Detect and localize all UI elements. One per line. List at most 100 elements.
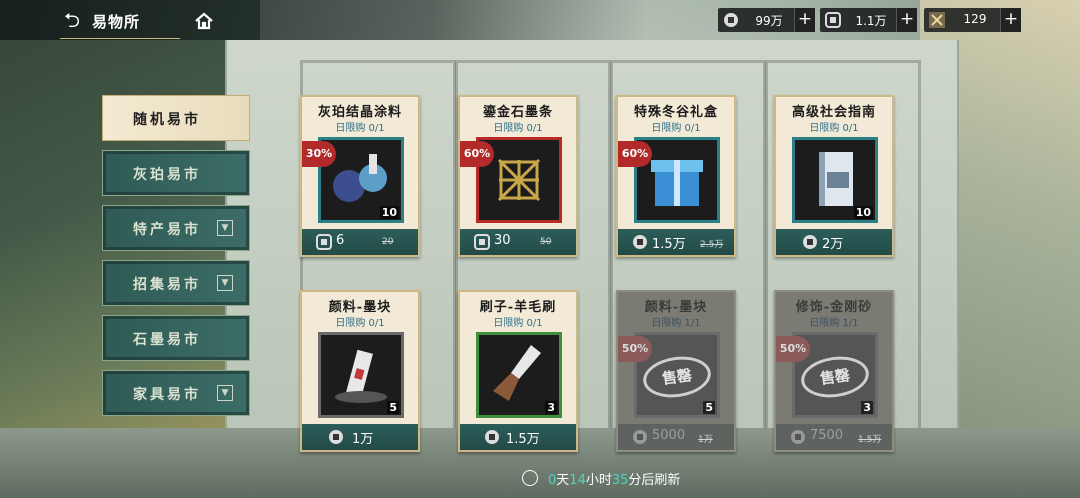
original-price: 1万 [698,435,713,445]
item-price: 7500 [810,428,844,443]
price-bar: 5000 1万 [618,424,734,450]
title-underline [60,38,180,39]
item-image-frame: 10 [792,137,878,223]
shop-item-card[interactable]: 特殊冬谷礼盒 日限购 0/1 60% 1.5万 2.5万 [616,95,736,257]
sidebar-item-specialty-market[interactable]: 特产易市 ▼ [102,205,250,251]
ticket-icon [825,12,841,28]
discount-badge: 60% [460,141,494,167]
shop-item-card[interactable]: 鎏金石墨条 日限购 0/1 60% 30 50 [458,95,578,257]
item-name: 修饰-金刚砂 [795,300,873,315]
item-image-frame: 3 [476,332,562,418]
price-bar: 1.5万 2.5万 [618,229,734,255]
refresh-days-unit: 天 [556,473,570,488]
shop-item-card[interactable]: 颜料-墨块 日限购 0/1 5 1万 [300,290,420,452]
purchase-limit: 日限购 0/1 [493,123,543,134]
item-name: 鎏金石墨条 [482,105,553,120]
sidebar-item-recruit-market[interactable]: 招集易市 ▼ [102,260,250,306]
sold-out-stamp: 售罄 [798,352,872,402]
discount-badge: 50% [776,336,810,362]
item-price: 2万 [822,237,844,252]
item-price: 1万 [352,432,374,447]
price-bar: 1万 [302,424,418,450]
price-bar: 2万 [776,229,892,255]
back-icon[interactable]: ⮌ [64,9,88,31]
item-name: 颜料-墨块 [644,300,708,315]
shop-item-card[interactable]: 灰珀结晶涂料 日限购 0/1 10 30% 6 20 [300,95,420,257]
resource-value: 129 [963,12,987,26]
price-bar: 1.5万 [460,424,576,450]
refresh-minutes: 35 [611,473,629,488]
item-name: 刷子-羊毛刷 [479,300,557,315]
sidebar-item-label: 招集易市 [133,277,201,293]
sidebar-item-amber-market[interactable]: 灰珀易市 [102,150,250,196]
sidebar-item-random-market[interactable]: 随机易市 [102,95,250,141]
silver-coin-icon [633,235,647,249]
purchase-limit: 日限购 0/1 [651,123,701,134]
purchase-limit: 日限购 0/1 [335,123,385,134]
resource-value: 99万 [755,14,783,28]
refresh-suffix: 分后刷新 [628,473,681,488]
item-price: 1.5万 [506,432,540,447]
item-name: 高级社会指南 [791,105,876,120]
token-icon [929,12,945,28]
sidebar-item-graphite-market[interactable]: 石墨易市 [102,315,250,361]
sidebar-item-label: 灰珀易市 [133,167,201,183]
item-quantity: 10 [379,206,399,219]
resource-value: 1.1万 [855,14,887,28]
purchase-limit: 日限购 1/1 [651,318,701,329]
shop-item-card-sold-out: 颜料-墨块 日限购 1/1 售罄 5 50% 5000 1万 [616,290,736,452]
refresh-hours-unit: 小时 [585,473,612,488]
item-quantity: 3 [545,401,557,414]
silver-coin-icon [724,13,738,27]
shop-item-card[interactable]: 刷子-羊毛刷 日限购 0/1 3 1.5万 [458,290,578,452]
item-name: 颜料-墨块 [328,300,392,315]
sidebar-item-label: 随机易市 [133,112,201,128]
sidebar-item-label: 家具易市 [133,387,201,403]
add-ticket-button[interactable]: + [896,8,917,32]
discount-badge: 60% [618,141,652,167]
silver-coin-icon [803,235,817,249]
item-quantity: 5 [387,401,399,414]
price-bar: 7500 1.5万 [776,424,892,450]
top-bar [0,0,1080,40]
item-quantity: 10 [853,206,873,219]
shop-item-card[interactable]: 高级社会指南 日限购 0/1 10 2万 [774,95,894,257]
item-price: 5000 [652,428,686,443]
shop-item-card-sold-out: 修饰-金刚砂 日限购 1/1 售罄 3 50% 7500 1.5万 [774,290,894,452]
purchase-limit: 日限购 1/1 [809,318,859,329]
item-price: 1.5万 [652,237,686,252]
sidebar-item-furniture-market[interactable]: 家具易市 ▼ [102,370,250,416]
silver-coin-icon [329,430,343,444]
sidebar-item-label: 特产易市 [133,222,201,238]
chevron-down-icon[interactable]: ▼ [217,220,233,236]
silver-coin-icon [633,430,647,444]
item-image-frame: 5 [318,332,404,418]
purchase-limit: 日限购 0/1 [335,318,385,329]
add-token-button[interactable]: + [1000,8,1021,32]
refresh-hours: 14 [569,473,586,488]
ticket-icon [316,234,332,250]
clock-icon [522,470,538,486]
sold-out-stamp: 售罄 [640,352,714,402]
chevron-down-icon[interactable]: ▼ [217,275,233,291]
item-quantity: 5 [703,401,715,414]
purchase-limit: 日限购 0/1 [809,123,859,134]
silver-coin-icon [791,430,805,444]
original-price: 50 [540,237,552,247]
add-silver-button[interactable]: + [794,8,815,32]
item-name: 灰珀结晶涂料 [317,105,402,120]
item-name: 特殊冬谷礼盒 [633,105,718,120]
price-bar: 6 20 [302,229,418,255]
item-quantity: 3 [861,401,873,414]
price-bar: 30 50 [460,229,576,255]
item-price: 6 [336,233,345,248]
original-price: 1.5万 [858,435,882,445]
silver-coin-icon [485,430,499,444]
page-title: 易物所 [92,13,141,31]
discount-badge: 30% [302,141,336,167]
ticket-icon [474,234,490,250]
discount-badge: 50% [618,336,652,362]
original-price: 2.5万 [700,240,724,250]
home-icon[interactable] [194,11,214,31]
chevron-down-icon[interactable]: ▼ [217,385,233,401]
